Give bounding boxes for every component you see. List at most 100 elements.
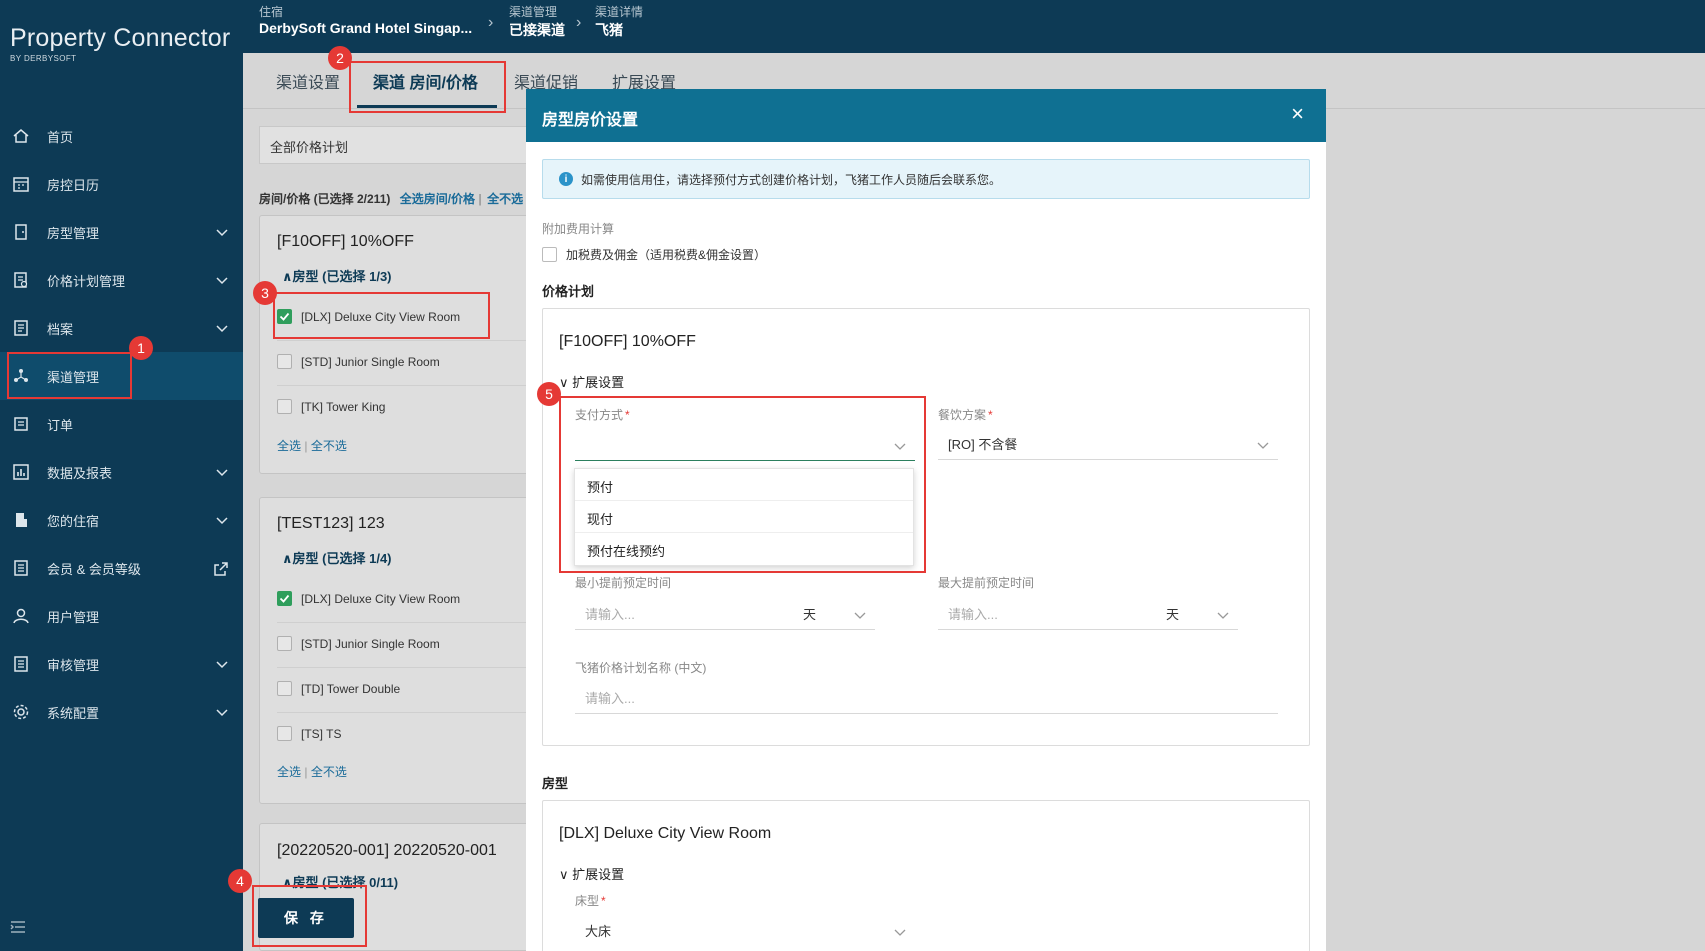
card-links: 全选 | 全不选	[277, 437, 347, 454]
label-text: 床型	[575, 894, 600, 908]
audit-icon	[12, 655, 30, 673]
sidebar-item-calendar[interactable]: 房控日历	[0, 160, 243, 208]
max-advance-input[interactable]: 请输入... 天	[938, 596, 1238, 630]
summary-text: 房间/价格 (已选择 2/211)	[259, 192, 391, 206]
select-all-link[interactable]: 全选	[277, 439, 301, 453]
logo-subtext: BY DERBYSOFT	[10, 54, 77, 63]
divider	[277, 712, 540, 713]
rate-plan-card: [F10OFF] 10%OFF ∧房型 (已选择 1/3) [DLX] Delu…	[259, 215, 540, 474]
sidebar-item-audit[interactable]: 审核管理	[0, 640, 243, 688]
label-text: 餐饮方案	[938, 408, 987, 422]
sidebar-item-room-types[interactable]: 房型管理	[0, 208, 243, 256]
sidebar-item-label: 系统配置	[47, 705, 100, 721]
chevron-down-icon	[215, 225, 229, 242]
sidebar-item-your-property[interactable]: 您的住宿	[0, 496, 243, 544]
building-icon	[12, 511, 30, 529]
chevron-right-icon: ›	[576, 14, 582, 31]
annotation-badge: 3	[253, 281, 277, 305]
info-text: 如需使用信用住，请选择预付方式创建价格计划，飞猪工作人员随后会联系您。	[581, 172, 1002, 187]
close-icon[interactable]: ×	[1291, 101, 1304, 127]
checkbox[interactable]	[542, 247, 557, 262]
sidebar-item-members[interactable]: 会员 & 会员等级	[0, 544, 243, 592]
sidebar-item-orders[interactable]: 订单	[0, 400, 243, 448]
breadcrumb-value: DerbySoft Grand Hotel Singap...	[259, 20, 473, 36]
annotation-badge: 4	[228, 869, 252, 893]
sidebar-item-settings[interactable]: 系统配置	[0, 688, 243, 736]
sidebar-item-users[interactable]: 用户管理	[0, 592, 243, 640]
room-panel: [DLX] Deluxe City View Room ∨ 扩展设置 床型 * 大…	[542, 800, 1310, 951]
checkbox[interactable]	[277, 399, 292, 414]
sidebar: Property Connector BY DERBYSOFT 首页 房控日历 …	[0, 0, 243, 951]
extended-settings-toggle[interactable]: ∨ 扩展设置	[559, 372, 624, 391]
rate-plan-filter[interactable]: 全部价格计划	[259, 126, 539, 164]
sidebar-item-home[interactable]: 首页	[0, 112, 243, 160]
chevron-down-icon	[1216, 608, 1230, 623]
room-label: [TD] Tower Double	[301, 681, 401, 696]
sidebar-item-rate-plans[interactable]: 价格计划管理	[0, 256, 243, 304]
annotation-box	[273, 292, 490, 339]
chevron-down-icon: ∨	[559, 375, 573, 390]
external-link-icon	[213, 561, 229, 580]
deselect-all-link[interactable]: 全不选	[487, 192, 523, 206]
bed-type-label: 床型 *	[575, 892, 606, 909]
deselect-all-link[interactable]: 全不选	[311, 765, 347, 779]
room-option[interactable]: [DLX] Deluxe City View Room	[277, 591, 460, 606]
room-type-toggle[interactable]: ∧房型 (已选择 1/4)	[282, 548, 392, 567]
room-option[interactable]: [STD] Junior Single Room	[277, 354, 440, 369]
checkbox[interactable]	[277, 681, 292, 696]
sidebar-item-label: 用户管理	[47, 609, 100, 625]
room-label: [DLX] Deluxe City View Room	[301, 591, 461, 606]
extended-settings-toggle[interactable]: ∨ 扩展设置	[559, 864, 624, 883]
max-advance-label: 最大提前预定时间	[938, 576, 1035, 590]
sidebar-item-reports[interactable]: 数据及报表	[0, 448, 243, 496]
chevron-right-icon: ›	[488, 14, 494, 31]
breadcrumb-label: 渠道管理	[509, 5, 558, 19]
logo: Property Connector BY DERBYSOFT	[10, 24, 230, 63]
room-section-title: 房型	[542, 776, 569, 791]
divider	[277, 622, 540, 623]
room-option[interactable]: [TS] TS	[277, 726, 341, 741]
breadcrumb-channel[interactable]: 渠道管理 已接渠道	[509, 3, 565, 40]
min-advance-label: 最小提前预定时间	[575, 576, 672, 590]
tax-commission-checkbox[interactable]: 加税费及佣金（适用税费&佣金设置）	[542, 246, 766, 263]
min-advance-input[interactable]: 请输入... 天	[575, 596, 875, 630]
sidebar-item-archive[interactable]: 档案	[0, 304, 243, 352]
breadcrumb-hotel[interactable]: 住宿 DerbySoft Grand Hotel Singap...	[259, 3, 472, 36]
fliggy-plan-name-input[interactable]: 请输入...	[575, 680, 1278, 714]
rate-plan-card: [TEST123] 123 ∧房型 (已选择 1/4) [DLX] Deluxe…	[259, 497, 540, 804]
checkbox[interactable]	[277, 726, 292, 741]
modal-header: 房型房价设置 ×	[526, 89, 1326, 142]
room-option[interactable]: [TD] Tower Double	[277, 681, 400, 696]
calendar-icon	[12, 175, 30, 193]
room-option[interactable]: [TK] Tower King	[277, 399, 385, 414]
chevron-down-icon	[215, 465, 229, 482]
meal-plan-label: 餐饮方案 *	[938, 406, 993, 423]
select-all-link[interactable]: 全选	[277, 765, 301, 779]
checkbox[interactable]	[277, 636, 292, 651]
select-all-link[interactable]: 全选房间/价格	[400, 192, 475, 206]
door-icon	[12, 223, 30, 241]
rate-plan-title: [F10OFF] 10%OFF	[559, 333, 696, 350]
deselect-all-link[interactable]: 全不选	[311, 439, 347, 453]
room-label: [STD] Junior Single Room	[301, 636, 440, 651]
divider	[277, 385, 540, 386]
checkbox-label: 加税费及佣金（适用税费&佣金设置）	[566, 248, 767, 262]
collapse-menu-icon[interactable]	[10, 920, 26, 937]
checkbox-checked[interactable]	[277, 591, 292, 606]
checkbox[interactable]	[277, 354, 292, 369]
sidebar-item-label: 首页	[47, 129, 74, 145]
sidebar-item-label: 会员 & 会员等级	[47, 561, 141, 577]
placeholder-text: 请输入...	[585, 607, 635, 622]
annotation-box	[349, 61, 506, 113]
select-value: 大床	[585, 924, 612, 939]
tab-channel-settings[interactable]: 渠道设置	[276, 69, 340, 93]
chevron-down-icon	[215, 657, 229, 674]
card-links: 全选 | 全不选	[277, 763, 347, 780]
required-mark: *	[601, 894, 606, 908]
meal-plan-select[interactable]: [RO] 不含餐	[938, 426, 1278, 460]
room-option[interactable]: [STD] Junior Single Room	[277, 636, 440, 651]
room-type-toggle[interactable]: ∧房型 (已选择 1/3)	[282, 266, 392, 285]
chevron-down-icon	[215, 705, 229, 722]
chevron-down-icon	[215, 321, 229, 338]
bed-type-select[interactable]: 大床	[575, 913, 915, 947]
